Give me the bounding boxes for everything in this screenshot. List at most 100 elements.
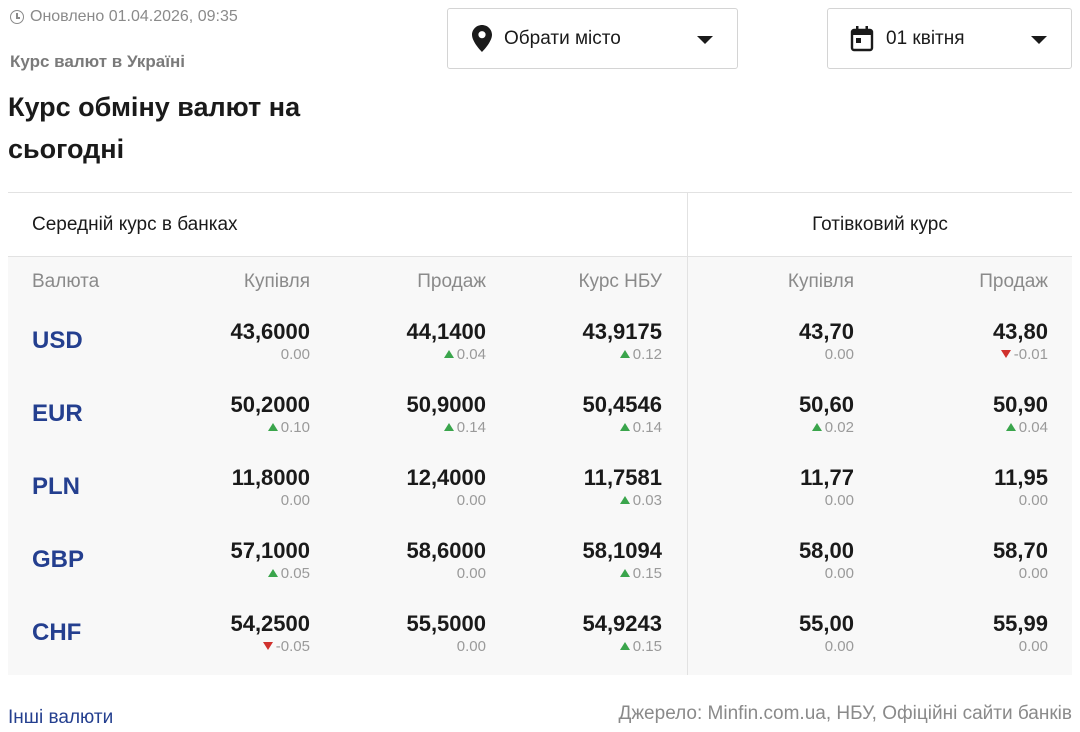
rate-change: 0.00 [456, 565, 486, 582]
rate-change-up: 0.04 [993, 418, 1048, 438]
rate-value: 58,70 [992, 538, 1048, 563]
rate-change: 0.00 [1018, 638, 1048, 655]
rate-cell-cash-buy: 43,70 0.00 [799, 319, 854, 365]
rate-value: 55,00 [798, 611, 854, 636]
rate-cell-cash-sell: 58,70 0.00 [993, 538, 1048, 584]
group-average-header: Середній курс в банках [32, 213, 238, 235]
rate-cell-cash-buy: 55,00 0.00 [799, 611, 854, 657]
rate-cell-nbu: 43,9175 0.12 [582, 319, 662, 365]
rate-value: 57,1000 [230, 538, 310, 563]
rate-cell-cash-sell: 11,95 0.00 [994, 465, 1048, 511]
rate-value: 11,8000 [231, 465, 310, 490]
rate-change-up: 0.15 [582, 637, 662, 657]
rate-value: 12,4000 [406, 465, 486, 490]
rate-value: 43,70 [798, 319, 854, 344]
rate-change: 0.00 [456, 492, 486, 509]
map-pin-icon [472, 25, 492, 52]
rate-value: 50,60 [798, 392, 854, 417]
rate-change: 0.00 [456, 638, 486, 655]
rate-change-up: 0.15 [582, 564, 662, 584]
chevron-down-icon [1031, 36, 1047, 44]
group-cash-header: Готівковий курс [687, 193, 1072, 256]
city-select-label: Обрати місто [504, 27, 621, 49]
rate-cell-cash-buy: 11,77 0.00 [800, 465, 854, 511]
rate-change-up: 0.10 [230, 418, 310, 438]
rate-value: 58,6000 [406, 538, 486, 563]
rate-change: 0.00 [1018, 492, 1048, 509]
rate-value: 50,9000 [406, 392, 486, 417]
rate-change: 0.00 [824, 565, 854, 582]
rate-value: 43,9175 [582, 319, 662, 344]
date-select-label: 01 квітня [886, 27, 965, 49]
rate-cell-sell: 55,5000 0.00 [406, 611, 486, 657]
rate-value: 50,90 [992, 392, 1048, 417]
rate-change-down: -0.01 [993, 345, 1048, 365]
rate-value: 11,95 [994, 465, 1048, 490]
rate-cell-nbu: 11,7581 0.03 [584, 465, 662, 511]
date-select[interactable]: 01 квітня [827, 8, 1072, 69]
rate-value: 55,5000 [406, 611, 486, 636]
currency-code-link[interactable]: GBP [32, 546, 84, 574]
rate-change: 0.00 [280, 492, 310, 509]
rate-cell-buy: 50,2000 0.10 [230, 392, 310, 438]
currency-code-link[interactable]: USD [32, 327, 83, 355]
rate-cell-buy: 43,6000 0.00 [230, 319, 310, 365]
rate-cell-nbu: 54,9243 0.15 [582, 611, 662, 657]
rate-cell-nbu: 58,1094 0.15 [582, 538, 662, 584]
rate-value: 58,1094 [582, 538, 662, 563]
col-header-currency: Валюта [32, 271, 100, 292]
rate-cell-buy: 11,8000 0.00 [232, 465, 310, 511]
calendar-icon [850, 25, 874, 52]
rate-change-up: 0.03 [584, 491, 662, 511]
rate-change-up: 0.14 [582, 418, 662, 438]
col-header-buy: Купівля [243, 271, 310, 292]
table-row: PLN 11,8000 0.00 12,4000 0.00 11,7581 0.03 11,7… [8, 453, 1072, 526]
table-row: EUR 50,2000 0.10 50,9000 0.14 50,4546 0.14 50,6… [8, 380, 1072, 453]
updated-timestamp: Оновлено 01.04.2026, 09:35 [10, 8, 238, 26]
rate-value: 43,80 [992, 319, 1048, 344]
rate-cell-nbu: 50,4546 0.14 [582, 392, 662, 438]
rate-cell-cash-sell: 50,90 0.04 [993, 392, 1048, 438]
currency-code-link[interactable]: CHF [32, 619, 81, 647]
currency-code-link[interactable]: PLN [32, 473, 80, 501]
rate-cell-sell: 12,4000 0.00 [406, 465, 486, 511]
city-select[interactable]: Обрати місто [447, 8, 738, 69]
rate-change-up: 0.05 [230, 564, 310, 584]
table-row: GBP 57,1000 0.05 58,6000 0.00 58,1094 0.15 58,0… [8, 526, 1072, 599]
rate-change-up: 0.04 [406, 345, 486, 365]
table-row: USD 43,6000 0.00 44,1400 0.04 43,9175 0.12 43,7… [8, 307, 1072, 380]
clock-icon [10, 10, 24, 24]
rate-value: 11,7581 [583, 465, 662, 490]
exchange-rates-table: Середній курс в банках Готівковий курс В… [8, 192, 1072, 675]
rate-change-up: 0.12 [582, 345, 662, 365]
rate-value: 54,9243 [582, 611, 662, 636]
rate-value: 58,00 [798, 538, 854, 563]
rate-value: 43,6000 [230, 319, 310, 344]
rate-value: 50,2000 [230, 392, 310, 417]
rate-value: 50,4546 [582, 392, 662, 417]
currency-code-link[interactable]: EUR [32, 400, 83, 428]
rate-cell-cash-sell: 55,99 0.00 [993, 611, 1048, 657]
rate-value: 44,1400 [406, 319, 486, 344]
rate-value: 54,2500 [230, 611, 310, 636]
rate-cell-cash-sell: 43,80 -0.01 [993, 319, 1048, 365]
rate-cell-cash-buy: 58,00 0.00 [799, 538, 854, 584]
col-header-nbu: Курс НБУ [578, 271, 662, 292]
rate-cell-sell: 44,1400 0.04 [406, 319, 486, 365]
updated-text: Оновлено 01.04.2026, 09:35 [30, 8, 238, 25]
rate-cell-cash-buy: 50,60 0.02 [799, 392, 854, 438]
rate-change: 0.00 [824, 346, 854, 363]
rate-change-up: 0.02 [799, 418, 854, 438]
rate-change-down: -0.05 [230, 637, 310, 657]
rate-cell-buy: 54,2500 -0.05 [230, 611, 310, 657]
rate-cell-sell: 50,9000 0.14 [406, 392, 486, 438]
col-header-cash-sell: Продаж [979, 271, 1048, 292]
col-header-sell: Продаж [417, 271, 486, 292]
other-currencies-link[interactable]: Інші валюти [8, 707, 113, 729]
rate-change: 0.00 [1018, 565, 1048, 582]
rate-value: 11,77 [800, 465, 854, 490]
rate-cell-buy: 57,1000 0.05 [230, 538, 310, 584]
col-header-cash-buy: Купівля [787, 271, 854, 292]
rate-value: 55,99 [992, 611, 1048, 636]
chevron-down-icon [697, 36, 713, 44]
